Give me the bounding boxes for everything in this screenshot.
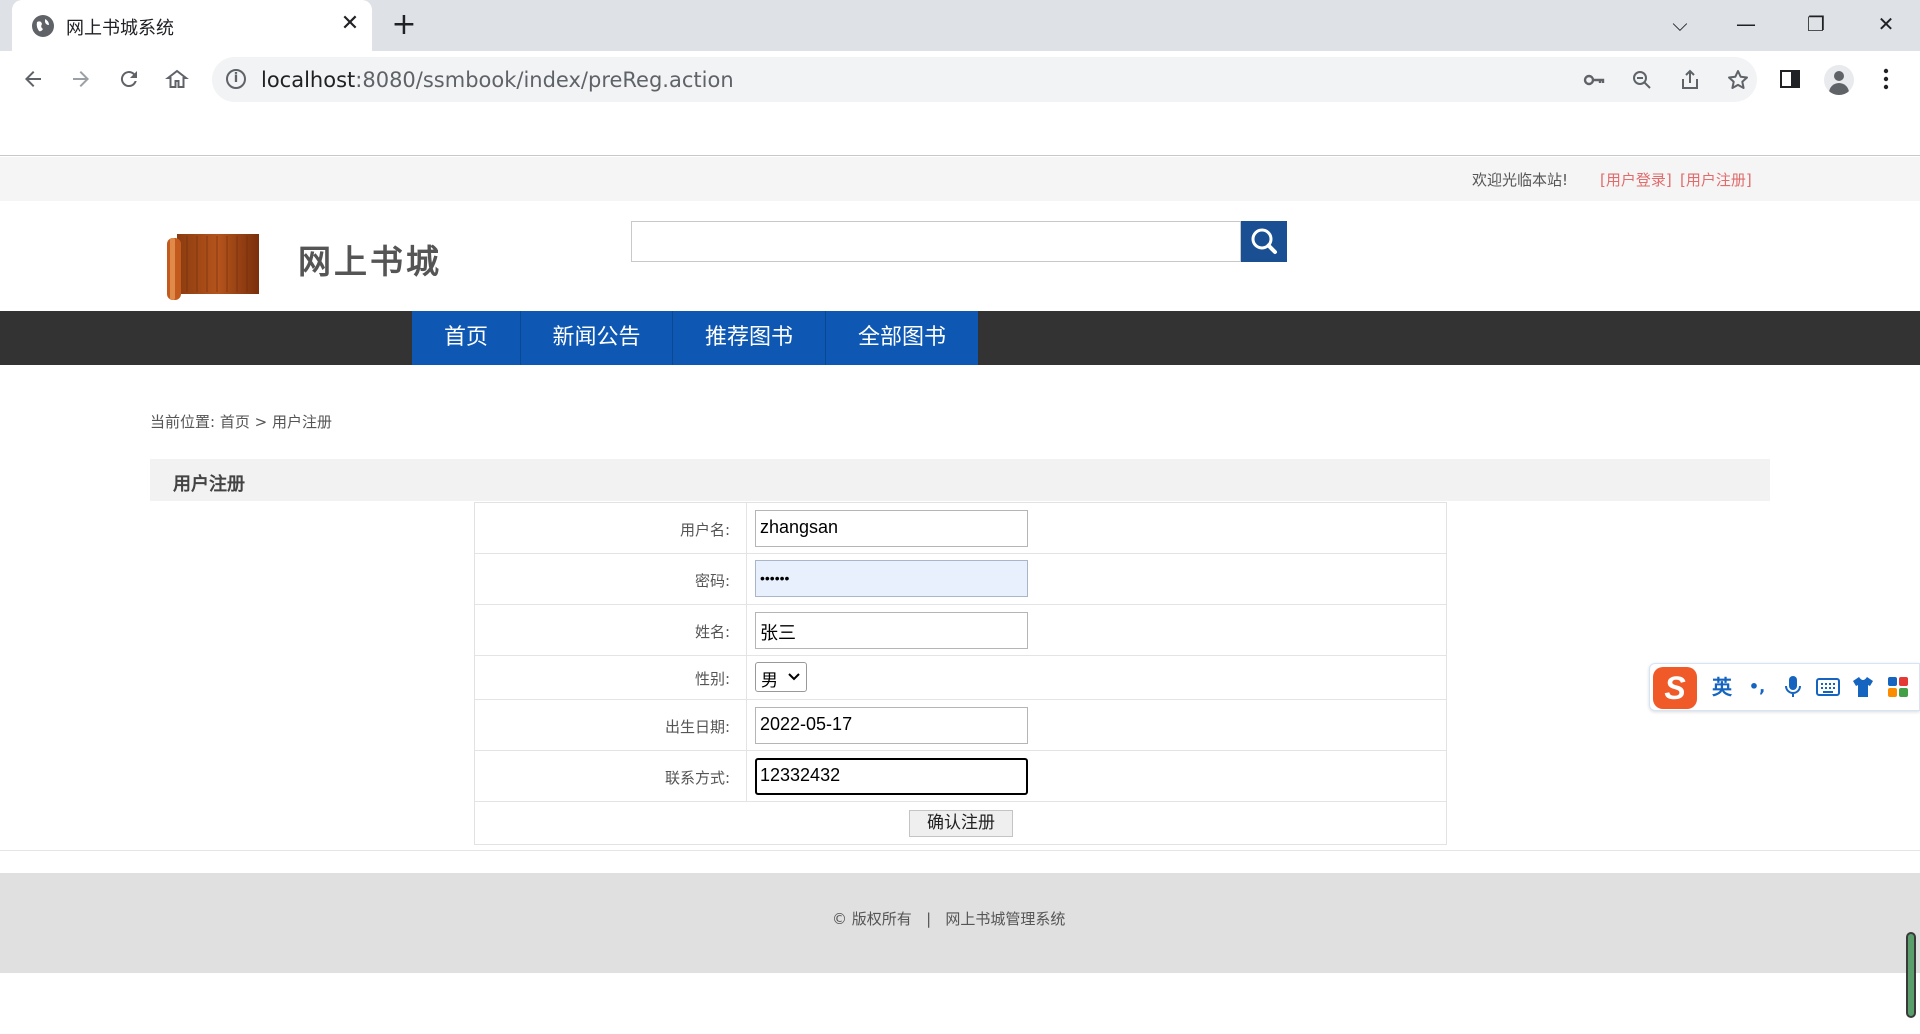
panel-header: 用户注册 bbox=[150, 459, 1770, 501]
browser-tab-strip: 网上书城系统 ✕ + ⌵ — ❐ ✕ bbox=[0, 0, 1920, 51]
back-arrow-icon[interactable] bbox=[15, 64, 51, 94]
minimize-button[interactable]: — bbox=[1726, 6, 1766, 42]
nav-home[interactable]: 首页 bbox=[412, 311, 520, 365]
tab-close-icon[interactable]: ✕ bbox=[337, 11, 363, 37]
ime-toolbar[interactable]: S 英 •, bbox=[1649, 663, 1920, 711]
search-icon bbox=[1251, 228, 1277, 254]
forward-arrow-icon[interactable] bbox=[63, 64, 99, 94]
breadcrumb-current: 用户注册 bbox=[271, 413, 332, 431]
form-row-birthdate: 出生日期: 2022-05-17 bbox=[475, 700, 1446, 751]
search-input[interactable] bbox=[631, 221, 1241, 262]
gender-label: 性别: bbox=[694, 670, 730, 688]
microphone-icon[interactable] bbox=[1778, 672, 1808, 702]
nav-all-books[interactable]: 全部图书 bbox=[826, 311, 978, 365]
site-logo-text: 网上书城 bbox=[298, 242, 442, 281]
birthdate-input[interactable]: 2022-05-17 bbox=[755, 707, 1028, 744]
sogou-logo-icon[interactable]: S bbox=[1653, 667, 1697, 709]
confirm-register-button[interactable]: 确认注册 bbox=[909, 810, 1013, 837]
gender-selected-value: 男 bbox=[761, 671, 778, 691]
profile-avatar[interactable] bbox=[1824, 65, 1854, 95]
side-panel-icon[interactable] bbox=[1772, 61, 1808, 97]
close-window-button[interactable]: ✕ bbox=[1866, 6, 1906, 42]
welcome-text: 欢迎光临本站! bbox=[1472, 171, 1569, 189]
form-row-gender: 性别: 男 bbox=[475, 656, 1446, 700]
toolbox-grid-icon[interactable] bbox=[1883, 672, 1913, 702]
gender-select[interactable]: 男 bbox=[755, 662, 807, 692]
form-row-name: 姓名: 张三 bbox=[475, 605, 1446, 656]
password-input[interactable]: •••••• bbox=[755, 560, 1028, 597]
panel-title: 用户注册 bbox=[173, 474, 245, 495]
tab-title: 网上书城系统 bbox=[66, 18, 174, 39]
zoom-icon[interactable] bbox=[1627, 65, 1657, 95]
nav-recommended[interactable]: 推荐图书 bbox=[673, 311, 825, 365]
ime-mode-toggle[interactable]: 英 bbox=[1707, 672, 1737, 702]
reload-icon[interactable] bbox=[111, 64, 147, 94]
birthdate-label: 出生日期: bbox=[664, 718, 730, 736]
form-row-submit: 确认注册 bbox=[475, 802, 1446, 844]
username-input[interactable]: zhangsan bbox=[755, 510, 1028, 547]
scroll-logo-icon bbox=[163, 230, 263, 302]
nav-news[interactable]: 新闻公告 bbox=[521, 311, 672, 365]
site-header: 网上书城 bbox=[0, 201, 1920, 311]
search-button[interactable] bbox=[1241, 221, 1287, 262]
name-input[interactable]: 张三 bbox=[755, 612, 1028, 649]
breadcrumb-home[interactable]: 首页 bbox=[220, 413, 250, 431]
name-label: 姓名: bbox=[694, 623, 730, 641]
chevron-down-icon bbox=[788, 673, 800, 681]
scroll-indicator bbox=[1906, 932, 1916, 1018]
key-icon[interactable] bbox=[1579, 65, 1609, 95]
form-row-username: 用户名: zhangsan bbox=[475, 503, 1446, 554]
address-bar[interactable]: i localhost:8080/ssmbook/index/preReg.ac… bbox=[212, 57, 1757, 102]
url-text[interactable]: localhost:8080/ssmbook/index/preReg.acti… bbox=[261, 68, 734, 92]
site-footer: © 版权所有 | 网上书城管理系统 bbox=[0, 873, 1920, 973]
share-icon[interactable] bbox=[1675, 65, 1705, 95]
username-label: 用户名: bbox=[679, 521, 730, 539]
registration-form: 用户名: zhangsan 密码: •••••• 姓名: 张三 性别: 男 出生… bbox=[474, 502, 1447, 845]
new-tab-button[interactable]: + bbox=[388, 9, 420, 41]
ime-punctuation-toggle[interactable]: •, bbox=[1742, 672, 1772, 702]
footer-copyright: © 版权所有 | 网上书城管理系统 bbox=[832, 910, 1066, 928]
form-row-password: 密码: •••••• bbox=[475, 554, 1446, 605]
site-info-icon[interactable]: i bbox=[226, 69, 246, 89]
skin-shirt-icon[interactable] bbox=[1848, 672, 1878, 702]
menu-kebab-icon[interactable] bbox=[1868, 61, 1904, 97]
main-nav: 首页 新闻公告 推荐图书 全部图书 bbox=[0, 311, 1920, 365]
contact-label: 联系方式: bbox=[664, 769, 730, 787]
login-link[interactable]: [用户登录] bbox=[1600, 169, 1672, 190]
keyboard-icon[interactable] bbox=[1813, 672, 1843, 702]
password-label: 密码: bbox=[694, 572, 730, 590]
browser-tab[interactable]: 网上书城系统 ✕ bbox=[12, 0, 372, 51]
register-link[interactable]: [用户注册] bbox=[1680, 169, 1752, 190]
top-welcome-bar: 欢迎光临本站! [用户登录] [用户注册] bbox=[0, 157, 1920, 201]
contact-input[interactable]: 12332432 bbox=[755, 758, 1028, 795]
globe-icon bbox=[32, 15, 54, 37]
breadcrumb: 当前位置: 首页 > 用户注册 bbox=[150, 411, 332, 432]
restore-button[interactable]: ❐ bbox=[1796, 6, 1836, 42]
breadcrumb-separator: > bbox=[249, 413, 272, 431]
bookmark-star-icon[interactable] bbox=[1723, 65, 1753, 95]
browser-toolbar: i localhost:8080/ssmbook/index/preReg.ac… bbox=[0, 51, 1920, 156]
breadcrumb-prefix: 当前位置: bbox=[150, 413, 220, 431]
tab-search-chevron-icon[interactable]: ⌵ bbox=[1660, 6, 1700, 42]
form-row-contact: 联系方式: 12332432 bbox=[475, 751, 1446, 802]
footer-divider bbox=[0, 850, 1920, 851]
home-icon[interactable] bbox=[159, 64, 195, 94]
